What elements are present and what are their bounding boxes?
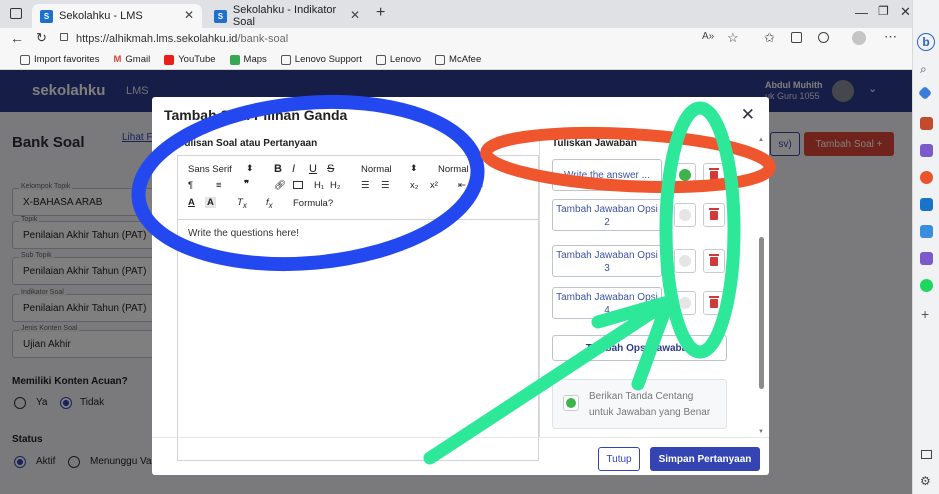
- annotation-blue-ellipse: [131, 94, 485, 272]
- drop-icon[interactable]: [920, 252, 933, 265]
- settings-gear-icon[interactable]: ⚙: [920, 474, 931, 488]
- spotify-icon[interactable]: [920, 279, 933, 292]
- shopping-icon[interactable]: [920, 117, 933, 130]
- annotation-green-arrow: [423, 295, 675, 465]
- edge-sidebar: b ⌕ + ⚙: [912, 0, 939, 494]
- office-icon[interactable]: [920, 171, 933, 184]
- bing-icon[interactable]: b: [917, 33, 935, 51]
- outlook-icon[interactable]: [920, 198, 933, 211]
- annotation-layer: [131, 94, 776, 465]
- split-screen-icon[interactable]: [921, 450, 932, 459]
- tag-icon[interactable]: [917, 85, 933, 101]
- add-icon[interactable]: +: [921, 306, 929, 322]
- tools-icon[interactable]: [920, 225, 933, 238]
- games-icon[interactable]: [920, 144, 933, 157]
- search-icon[interactable]: ⌕: [920, 62, 927, 77]
